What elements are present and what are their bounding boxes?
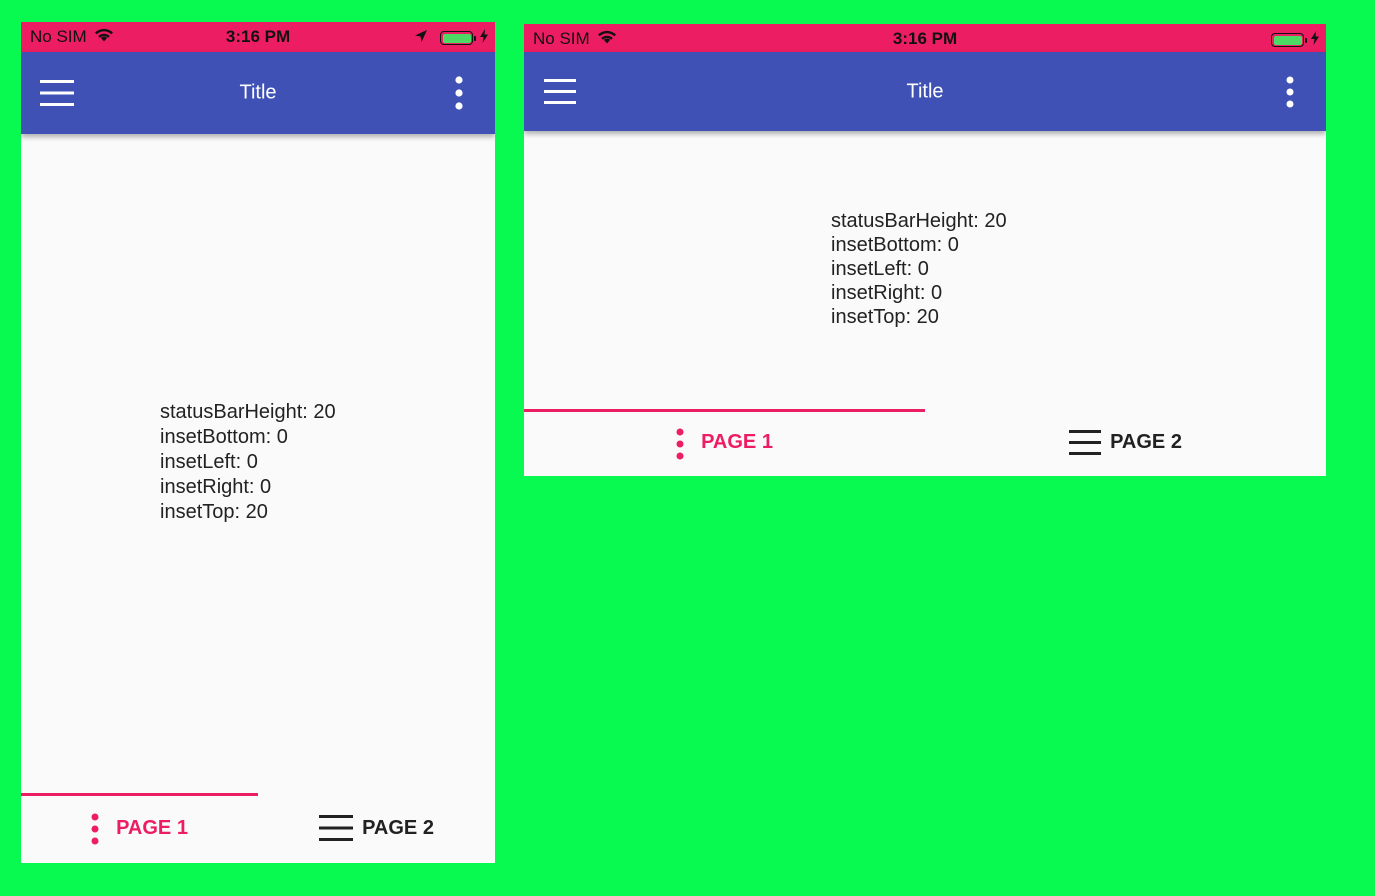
inset-right-text: insetRight: 0 xyxy=(160,476,272,498)
tab-page-1-label: PAGE 1 xyxy=(701,431,773,453)
menu-icon xyxy=(319,815,354,841)
more-vert-icon[interactable] xyxy=(443,73,475,113)
battery-icon xyxy=(440,31,473,45)
status-bar-height-text: statusBarHeight: 20 xyxy=(831,210,1007,232)
more-vert-icon xyxy=(91,813,99,845)
status-right-group xyxy=(1271,30,1319,50)
status-clock: 3:16 PM xyxy=(892,29,958,48)
landscape-device-screen: No SIM 3:16 PM Title statusBarHeight: 20… xyxy=(524,24,1326,476)
tab-selected-indicator xyxy=(21,793,258,796)
status-bar: No SIM 3:16 PM xyxy=(21,22,495,52)
charging-bolt-icon xyxy=(480,28,488,48)
more-vert-icon[interactable] xyxy=(1274,72,1306,112)
tab-selected-indicator xyxy=(524,409,925,412)
page-title: Title xyxy=(239,81,277,104)
inset-left-text: insetLeft: 0 xyxy=(831,258,929,280)
location-arrow-icon xyxy=(414,28,428,48)
bottom-tab-bar: PAGE 1 PAGE 2 xyxy=(524,409,1326,476)
inset-bottom-text: insetBottom: 0 xyxy=(160,426,288,448)
battery-nub xyxy=(1305,37,1307,43)
menu-icon xyxy=(1069,430,1102,455)
inset-bottom-text: insetBottom: 0 xyxy=(831,234,959,256)
tab-page-2-label: PAGE 2 xyxy=(362,816,434,839)
inset-top-text: insetTop: 20 xyxy=(831,306,939,328)
portrait-device-screen: No SIM 3:16 PM Title statusBarHeight: 20… xyxy=(21,22,495,863)
inset-left-text: insetLeft: 0 xyxy=(160,451,258,473)
tab-page-1[interactable]: PAGE 1 xyxy=(21,793,258,863)
battery-nub xyxy=(474,35,476,41)
tab-page-2-label: PAGE 2 xyxy=(1110,431,1182,453)
tab-page-1[interactable]: PAGE 1 xyxy=(524,409,925,476)
app-bar: Title xyxy=(21,52,495,134)
page-title: Title xyxy=(906,80,944,102)
status-right-group xyxy=(414,28,488,48)
app-bar: Title xyxy=(524,52,1326,131)
inset-right-text: insetRight: 0 xyxy=(831,282,943,304)
battery-icon xyxy=(1271,33,1304,47)
insets-info-block: statusBarHeight: 20 insetBottom: 0 inset… xyxy=(831,209,1007,329)
insets-info-block: statusBarHeight: 20 insetBottom: 0 inset… xyxy=(160,400,336,525)
more-vert-icon xyxy=(676,428,684,460)
charging-bolt-icon xyxy=(1311,30,1319,50)
tab-page-1-label: PAGE 1 xyxy=(116,816,188,839)
tab-page-2[interactable]: PAGE 2 xyxy=(258,793,495,863)
inset-top-text: insetTop: 20 xyxy=(160,501,268,523)
status-bar: No SIM 3:16 PM xyxy=(524,24,1326,52)
bottom-tab-bar: PAGE 1 PAGE 2 xyxy=(21,793,495,863)
status-bar-height-text: statusBarHeight: 20 xyxy=(160,401,336,423)
tab-page-2[interactable]: PAGE 2 xyxy=(925,409,1326,476)
